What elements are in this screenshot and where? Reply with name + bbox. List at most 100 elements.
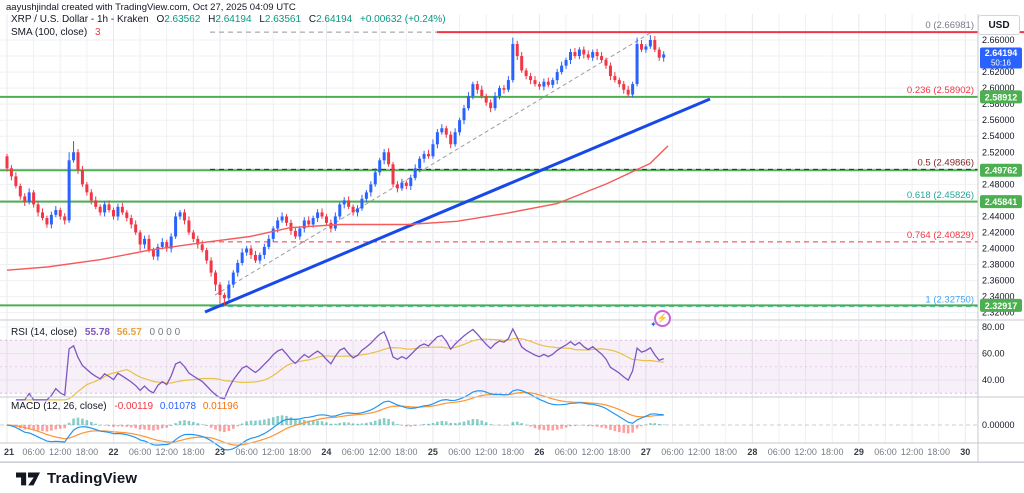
sma-line xyxy=(7,146,668,270)
svg-text:80.00: 80.00 xyxy=(982,322,1005,332)
svg-text:18:00: 18:00 xyxy=(395,447,418,457)
svg-text:2.54000: 2.54000 xyxy=(982,131,1015,141)
svg-text:27: 27 xyxy=(641,447,651,457)
tradingview-logo[interactable]: TradingView xyxy=(16,468,137,488)
low-value: 2.63561 xyxy=(265,14,301,25)
sma-value: 3 xyxy=(95,27,101,38)
svg-text:12:00: 12:00 xyxy=(368,447,391,457)
svg-text:28: 28 xyxy=(747,447,757,457)
svg-text:2.44000: 2.44000 xyxy=(982,211,1015,221)
svg-text:0.00000: 0.00000 xyxy=(982,420,1015,430)
svg-text:18:00: 18:00 xyxy=(502,447,525,457)
chart-svg: 0 (2.66981) 0.236 (2.58902) 0.5 (2.49866) 0… xyxy=(0,0,1024,493)
symbol-title: XRP / U.S. Dollar - 1h - Kraken xyxy=(11,14,149,25)
svg-text:06:00: 06:00 xyxy=(235,447,258,457)
rsi-band xyxy=(0,340,978,393)
svg-text:0.618 (2.45826): 0.618 (2.45826) xyxy=(907,190,974,201)
sparkle-icon: ✦ xyxy=(650,320,657,329)
rsi-value: 55.78 xyxy=(85,327,110,338)
svg-text:40.00: 40.00 xyxy=(982,375,1005,385)
time-axis[interactable]: 2106:0012:0018:002206:0012:0018:002306:0… xyxy=(4,447,970,457)
macd-legend[interactable]: MACD (12, 26, close) -0.00119 0.01078 0.… xyxy=(11,401,238,412)
svg-text:12:00: 12:00 xyxy=(794,447,817,457)
sma-label: SMA (100, close) xyxy=(11,27,87,38)
svg-text:2.56000: 2.56000 xyxy=(982,115,1015,125)
svg-text:18:00: 18:00 xyxy=(821,447,844,457)
sma-legend[interactable]: SMA (100, close) 3 xyxy=(11,27,101,38)
rsi-extra-values: 0 0 0 0 xyxy=(150,327,181,338)
tradingview-logo-mark xyxy=(16,468,40,488)
price-axis[interactable]: 2.660002.620002.600002.580002.560002.540… xyxy=(980,35,1022,430)
svg-text:18:00: 18:00 xyxy=(182,447,205,457)
svg-text:22: 22 xyxy=(108,447,118,457)
rsi-label: RSI (14, close) xyxy=(11,327,77,338)
currency-toggle-button[interactable]: USD xyxy=(978,15,1020,35)
svg-text:0 (2.66981): 0 (2.66981) xyxy=(925,20,974,31)
svg-text:2.32917: 2.32917 xyxy=(985,301,1018,311)
svg-text:2.62000: 2.62000 xyxy=(982,67,1015,77)
open-value: 2.63562 xyxy=(164,14,200,25)
close-value: 2.64194 xyxy=(316,14,352,25)
macd-label: MACD (12, 26, close) xyxy=(11,401,107,412)
lightning-icon: ⚡ xyxy=(657,313,668,324)
svg-text:12:00: 12:00 xyxy=(155,447,178,457)
svg-text:0.5 (2.49866): 0.5 (2.49866) xyxy=(917,157,974,168)
svg-text:12:00: 12:00 xyxy=(901,447,924,457)
footer-bar: TradingView xyxy=(0,462,1024,493)
tradingview-chart-window: 0 (2.66981) 0.236 (2.58902) 0.5 (2.49866) 0… xyxy=(0,0,1024,493)
high-value: 2.64194 xyxy=(215,14,251,25)
svg-text:2.66000: 2.66000 xyxy=(982,35,1015,45)
rsi-ma-value: 56.57 xyxy=(117,327,142,338)
svg-text:30: 30 xyxy=(960,447,970,457)
svg-text:12:00: 12:00 xyxy=(262,447,285,457)
svg-text:12:00: 12:00 xyxy=(475,447,498,457)
svg-text:06:00: 06:00 xyxy=(129,447,152,457)
svg-text:06:00: 06:00 xyxy=(874,447,897,457)
rsi-legend[interactable]: RSI (14, close) 55.78 56.57 0 0 0 0 xyxy=(11,327,180,338)
trendlines[interactable] xyxy=(205,32,710,312)
svg-text:12:00: 12:00 xyxy=(688,447,711,457)
svg-text:2.48000: 2.48000 xyxy=(982,179,1015,189)
svg-text:06:00: 06:00 xyxy=(22,447,45,457)
pane-separators xyxy=(0,14,1024,462)
chart-canvas[interactable]: 0 (2.66981) 0.236 (2.58902) 0.5 (2.49866) 0… xyxy=(0,0,1024,493)
symbol-legend[interactable]: XRP / U.S. Dollar - 1h - Kraken O2.63562… xyxy=(11,14,446,25)
svg-text:2.45841: 2.45841 xyxy=(985,197,1018,207)
svg-text:18:00: 18:00 xyxy=(608,447,631,457)
svg-text:29: 29 xyxy=(854,447,864,457)
svg-text:26: 26 xyxy=(534,447,544,457)
change-value: +0.00632 (+0.24%) xyxy=(360,14,446,25)
svg-text:23: 23 xyxy=(215,447,225,457)
svg-text:06:00: 06:00 xyxy=(555,447,578,457)
svg-text:1 (2.32750): 1 (2.32750) xyxy=(925,295,974,306)
svg-text:2.64194: 2.64194 xyxy=(985,48,1018,58)
svg-text:06:00: 06:00 xyxy=(661,447,684,457)
svg-text:2.36000: 2.36000 xyxy=(982,276,1015,286)
svg-text:2.58912: 2.58912 xyxy=(985,92,1018,102)
svg-text:21: 21 xyxy=(4,447,14,457)
macd-hist-value: -0.00119 xyxy=(114,401,153,412)
lightning-badge-icon[interactable]: ⚡ ✦ xyxy=(654,310,671,327)
macd-line xyxy=(7,390,664,450)
macd-line-value: 0.01078 xyxy=(160,401,196,412)
macd-signal-value: 0.01196 xyxy=(203,401,238,412)
svg-text:18:00: 18:00 xyxy=(289,447,312,457)
svg-text:0.764 (2.40829): 0.764 (2.40829) xyxy=(907,230,974,241)
fib-labels: 0 (2.66981) 0.236 (2.58902) 0.5 (2.49866) 0… xyxy=(907,20,974,306)
svg-text:25: 25 xyxy=(428,447,438,457)
support-trendline xyxy=(205,99,710,312)
svg-text:06:00: 06:00 xyxy=(342,447,365,457)
svg-text:18:00: 18:00 xyxy=(714,447,737,457)
svg-text:2.38000: 2.38000 xyxy=(982,260,1015,270)
svg-text:2.49762: 2.49762 xyxy=(985,166,1018,176)
svg-text:06:00: 06:00 xyxy=(768,447,791,457)
svg-text:24: 24 xyxy=(321,447,331,457)
svg-text:2.40000: 2.40000 xyxy=(982,244,1015,254)
svg-text:60.00: 60.00 xyxy=(982,349,1005,359)
svg-text:0.236 (2.58902): 0.236 (2.58902) xyxy=(907,85,974,96)
svg-text:12:00: 12:00 xyxy=(581,447,604,457)
svg-text:12:00: 12:00 xyxy=(49,447,72,457)
svg-text:50:16: 50:16 xyxy=(991,58,1012,67)
attribution-text: aayushjindal created with TradingView.co… xyxy=(6,2,296,13)
svg-text:2.52000: 2.52000 xyxy=(982,147,1015,157)
